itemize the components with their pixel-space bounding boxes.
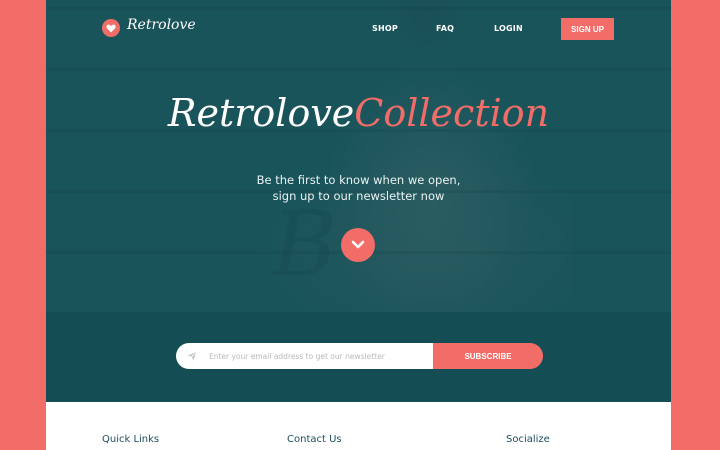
hero-subtitle-line-1: Be the first to know when we open, (256, 173, 461, 187)
newsletter-section: SUBSCRIBE (46, 312, 671, 402)
signup-button[interactable]: SIGN UP (561, 18, 614, 40)
footer-heading-contact-us: Contact Us (287, 434, 342, 445)
hero-subtitle: Be the first to know when we open, sign … (46, 172, 671, 204)
logo-wordmark[interactable]: Retrolove (127, 17, 196, 33)
subscribe-button[interactable]: SUBSCRIBE (433, 343, 543, 369)
newsletter-email-field (176, 343, 434, 369)
hero-title-brand: Retrolove (167, 91, 355, 135)
hero-title-collection: Collection (354, 91, 550, 135)
scroll-down-button[interactable] (341, 228, 375, 262)
hero-section: B Retrolove SHOP FAQ LOGIN SIGN UP Retro… (46, 0, 671, 312)
top-nav: Retrolove SHOP FAQ LOGIN SIGN UP (46, 0, 671, 60)
nav-link-faq[interactable]: FAQ (436, 24, 454, 33)
heart-icon[interactable] (102, 19, 120, 37)
footer-heading-quick-links: Quick Links (102, 434, 160, 445)
page: B Retrolove SHOP FAQ LOGIN SIGN UP Retro… (46, 0, 671, 450)
hero-title: RetroloveCollection (46, 94, 671, 132)
footer-heading-socialize: Socialize (506, 434, 550, 445)
nav-link-login[interactable]: LOGIN (494, 24, 523, 33)
nav-link-shop[interactable]: SHOP (372, 24, 398, 33)
hero-subtitle-line-2: sign up to our newsletter now (272, 189, 445, 203)
paper-plane-icon (187, 351, 197, 361)
email-input[interactable] (207, 350, 431, 362)
chevron-down-icon (351, 240, 365, 249)
